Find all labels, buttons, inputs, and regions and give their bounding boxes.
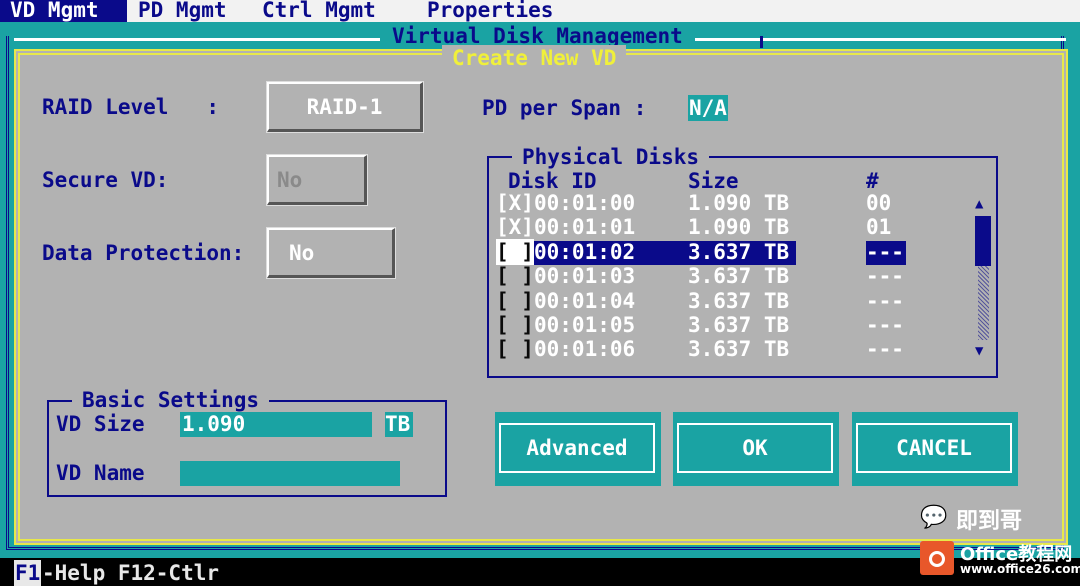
office-logo-ring: [929, 551, 945, 567]
advanced-label: Advanced: [526, 436, 628, 460]
table-row[interactable]: [ ] 00:01:03 3.637 TB ---: [496, 263, 966, 289]
advanced-button[interactable]: Advanced: [499, 423, 655, 473]
table-row[interactable]: [X] 00:01:00 1.090 TB 00: [496, 190, 966, 216]
vd-name-label: VD Name: [56, 461, 145, 485]
row-disk-id: 00:01:05: [534, 313, 636, 337]
row-number: ---: [866, 289, 904, 313]
row-size: 3.637 TB: [688, 240, 790, 264]
row-size: 3.637 TB: [688, 337, 790, 361]
row-number: ---: [866, 240, 904, 264]
vd-size-unit[interactable]: TB: [385, 412, 413, 437]
row-check[interactable]: [ ]: [496, 263, 534, 289]
scroll-up-icon[interactable]: ▲: [975, 196, 983, 212]
scrollbar-track[interactable]: [978, 266, 989, 340]
cancel-button[interactable]: CANCEL: [856, 423, 1012, 473]
row-number: ---: [866, 337, 904, 361]
status-f1-key: F1: [14, 560, 42, 586]
row-check[interactable]: [ ]: [496, 336, 534, 362]
menu-ctrl-mgmt[interactable]: Ctrl Mgmt: [262, 0, 376, 23]
data-protection-label: Data Protection:: [42, 241, 245, 265]
outer-title-tick: [760, 36, 763, 48]
raid-level-button[interactable]: RAID-1: [266, 81, 424, 133]
pd-per-span-label: PD per Span :: [482, 96, 647, 120]
watermark-url: www.office26.com: [960, 562, 1080, 576]
watermark-name: 即到哥: [956, 509, 1023, 534]
table-row[interactable]: [ ] 00:01:04 3.637 TB ---: [496, 288, 966, 314]
row-size: 1.090 TB: [688, 191, 790, 215]
secure-vd-value: No: [277, 168, 303, 192]
row-check[interactable]: [ ]: [496, 288, 534, 314]
vd-size-label: VD Size: [56, 412, 145, 436]
menu-vd-mgmt[interactable]: VD Mgmt: [0, 0, 127, 22]
row-check[interactable]: [ ]: [496, 239, 534, 265]
scroll-down-icon[interactable]: ▼: [975, 343, 983, 359]
row-disk-id: 00:01:06: [534, 337, 636, 361]
secure-vd-button[interactable]: No: [266, 154, 368, 206]
row-size: 3.637 TB: [688, 313, 790, 337]
basic-settings-title: Basic Settings: [72, 387, 270, 413]
row-disk-id: 00:01:03: [534, 264, 636, 288]
pd-per-span-value[interactable]: N/A: [688, 95, 728, 121]
row-disk-id: 00:01:00: [534, 191, 636, 215]
cancel-label: CANCEL: [896, 436, 972, 460]
row-number: ---: [866, 313, 904, 337]
row-disk-id: 00:01:02: [534, 240, 636, 264]
table-row[interactable]: [X] 00:01:01 1.090 TB 01: [496, 214, 966, 240]
raid-level-label: RAID Level :: [42, 95, 220, 119]
row-size: 3.637 TB: [688, 289, 790, 313]
row-check[interactable]: [X]: [496, 214, 534, 240]
vd-name-input[interactable]: [180, 461, 400, 486]
row-number: 00: [866, 191, 892, 215]
data-protection-value: No: [289, 241, 315, 265]
row-size: 1.090 TB: [688, 215, 790, 239]
vd-size-input[interactable]: 1.090: [180, 412, 372, 437]
table-row-selected[interactable]: [ ] 00:01:02 3.637 TB ---: [496, 239, 966, 265]
physical-disks-title: Physical Disks: [512, 144, 710, 170]
row-disk-id: 00:01:04: [534, 289, 636, 313]
raid-level-value: RAID-1: [306, 95, 383, 119]
row-number: ---: [866, 264, 904, 288]
status-help-text: -Help F12-Ctlr: [42, 561, 220, 585]
row-size: 3.637 TB: [688, 264, 790, 288]
table-row[interactable]: [ ] 00:01:06 3.637 TB ---: [496, 336, 966, 362]
row-number: 01: [866, 215, 892, 239]
row-disk-id: 00:01:01: [534, 215, 636, 239]
menu-properties[interactable]: Properties: [427, 0, 553, 23]
menu-pd-mgmt[interactable]: PD Mgmt: [138, 0, 227, 23]
wechat-icon: 💬: [920, 505, 948, 530]
data-protection-button[interactable]: No: [266, 227, 396, 279]
dialog-title: Create New VD: [442, 45, 627, 71]
scrollbar-thumb[interactable]: [975, 216, 991, 266]
row-check[interactable]: [X]: [496, 190, 534, 216]
ok-label: OK: [742, 436, 768, 460]
secure-vd-label: Secure VD:: [42, 168, 169, 192]
row-check[interactable]: [ ]: [496, 312, 534, 338]
ok-button[interactable]: OK: [677, 423, 833, 473]
table-row[interactable]: [ ] 00:01:05 3.637 TB ---: [496, 312, 966, 338]
